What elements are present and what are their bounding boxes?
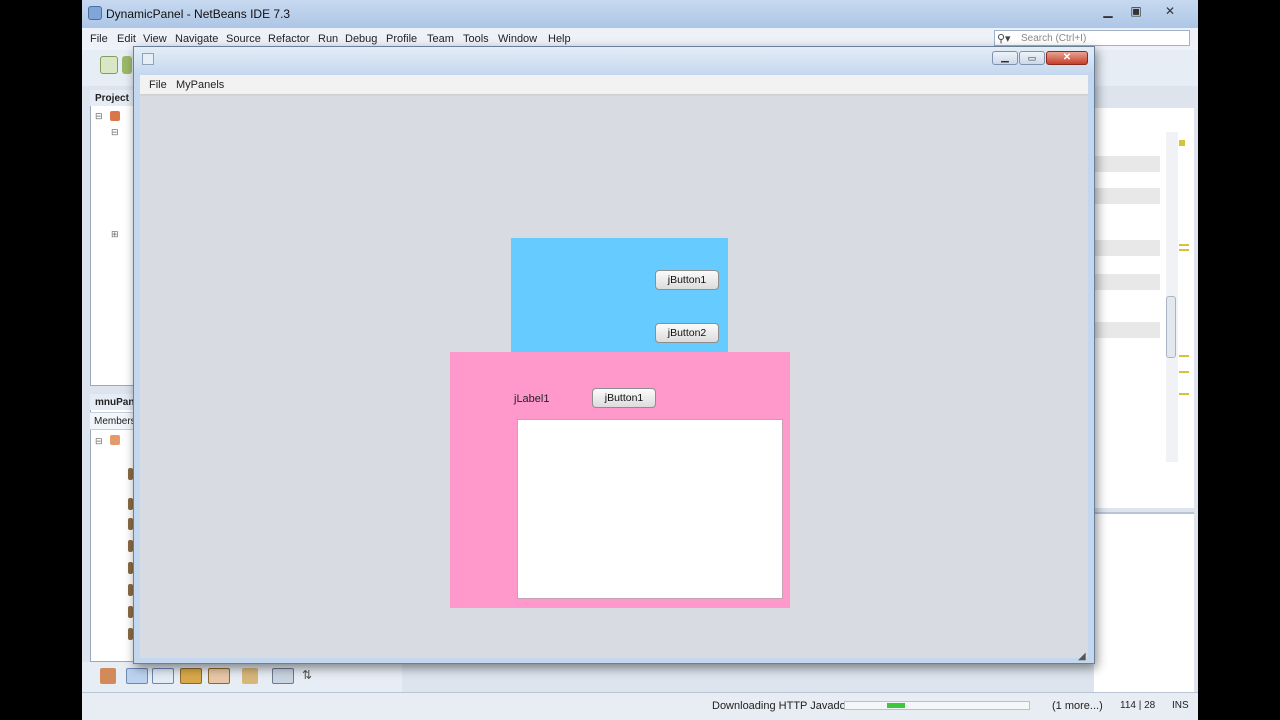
- editor-line-stripe: [1094, 322, 1160, 338]
- split-panel-icon[interactable]: [152, 668, 174, 684]
- app-menubar: File MyPanels: [140, 75, 1088, 95]
- warning-marker-icon[interactable]: [1179, 140, 1185, 146]
- ide-menu-view[interactable]: View: [143, 33, 167, 45]
- open-project-icon[interactable]: [122, 56, 132, 74]
- app-menu-file[interactable]: File: [149, 79, 167, 91]
- caret-position: 114 | 28: [1120, 700, 1156, 711]
- blue-panel-jbutton1[interactable]: jButton1: [655, 270, 719, 290]
- ide-menu-run[interactable]: Run: [318, 33, 338, 45]
- blue-panel-jbutton2[interactable]: jButton2: [655, 323, 719, 343]
- tree-collapse-icon[interactable]: ⊟: [95, 436, 103, 447]
- editor-line-stripe: [1094, 156, 1160, 172]
- app-titlebar[interactable]: ▁ ▭ ✕: [134, 47, 1094, 73]
- maximize-icon[interactable]: ▭: [1019, 51, 1045, 65]
- status-more-tasks[interactable]: (1 more...): [1052, 700, 1103, 712]
- ide-menu-window[interactable]: Window: [498, 33, 537, 45]
- editor-line-stripe: [1094, 240, 1160, 256]
- ide-menu-tools[interactable]: Tools: [463, 33, 489, 45]
- ide-menu-profile[interactable]: Profile: [386, 33, 417, 45]
- toolbar-icon[interactable]: [242, 668, 258, 684]
- resize-grip-icon[interactable]: ◢: [1078, 651, 1090, 662]
- editor-line-stripe: [1094, 274, 1160, 290]
- pink-panel-jlabel1: jLabel1: [514, 393, 550, 405]
- ide-window-title: DynamicPanel - NetBeans IDE 7.3: [106, 7, 291, 21]
- palette-icon[interactable]: [100, 668, 116, 684]
- blue-panel: jButton1 jButton2: [511, 238, 728, 354]
- app-menu-mypanels[interactable]: MyPanels: [176, 79, 224, 91]
- editor-scroll-thumb[interactable]: [1166, 296, 1176, 358]
- error-stripe-mark[interactable]: [1179, 249, 1189, 251]
- ide-minimize-icon[interactable]: ▁: [1096, 4, 1120, 18]
- sort-icon[interactable]: ⇅: [302, 668, 316, 684]
- ide-menu-refactor[interactable]: Refactor: [268, 33, 310, 45]
- output-panel: [1094, 512, 1194, 692]
- status-message: Downloading HTTP Javadoc: [712, 700, 852, 712]
- tree-expand-icon[interactable]: ⊞: [111, 229, 119, 240]
- tree-collapse-icon[interactable]: ⊟: [95, 111, 103, 122]
- ide-maximize-icon[interactable]: ▣: [1124, 4, 1148, 18]
- download-progress-bar: [844, 701, 1030, 710]
- search-icon: ⚲▾: [997, 33, 1011, 45]
- ide-menu-help[interactable]: Help: [548, 33, 571, 45]
- netbeans-app-icon: [88, 6, 102, 20]
- new-project-icon[interactable]: [100, 56, 118, 74]
- editor-line-stripe: [1094, 188, 1160, 204]
- tree-collapse-icon[interactable]: ⊟: [111, 127, 119, 138]
- error-stripe-mark[interactable]: [1179, 371, 1189, 373]
- ide-menu-team[interactable]: Team: [427, 33, 454, 45]
- ide-menu-edit[interactable]: Edit: [117, 33, 136, 45]
- ide-menu-source[interactable]: Source: [226, 33, 261, 45]
- ide-titlebar: DynamicPanel - NetBeans IDE 7.3 ▁ ▣ ✕: [82, 0, 1198, 28]
- error-stripe-mark[interactable]: [1179, 393, 1189, 395]
- class-node-icon: [110, 435, 120, 445]
- projects-tab-label: Project: [95, 93, 129, 104]
- dynamic-panel-window: ▁ ▭ ✕ File MyPanels jButton1 jButton2 jL…: [133, 46, 1095, 664]
- panel-icon[interactable]: [126, 668, 148, 684]
- error-stripe-mark[interactable]: [1179, 244, 1189, 246]
- layered-pane-icon[interactable]: [180, 668, 202, 684]
- ide-search-input[interactable]: ⚲▾ Search (Ctrl+I): [994, 30, 1190, 46]
- members-label: Members: [94, 416, 136, 427]
- ide-menu-debug[interactable]: Debug: [345, 33, 377, 45]
- ide-menu-file[interactable]: File: [90, 33, 108, 45]
- download-progress-fill: [887, 703, 905, 708]
- project-node-icon: [110, 111, 120, 121]
- app-icon: [142, 53, 154, 65]
- tabbed-pane-icon[interactable]: [208, 668, 230, 684]
- app-content-pane: jButton1 jButton2 jLabel1 jButton1: [140, 96, 1088, 658]
- search-placeholder: Search (Ctrl+I): [1021, 33, 1087, 44]
- status-bar: Downloading HTTP Javadoc (1 more...) 114…: [82, 692, 1198, 720]
- close-icon[interactable]: ✕: [1046, 51, 1088, 65]
- minimize-icon[interactable]: ▁: [992, 51, 1018, 65]
- pink-panel-text-area[interactable]: [517, 419, 783, 599]
- desktop-pane-icon[interactable]: [272, 668, 294, 684]
- ide-menu-navigate[interactable]: Navigate: [175, 33, 218, 45]
- error-stripe-mark[interactable]: [1179, 355, 1189, 357]
- ide-close-icon[interactable]: ✕: [1158, 4, 1182, 18]
- navigator-tab-label: mnuPan: [95, 397, 135, 408]
- pink-panel-jbutton1[interactable]: jButton1: [592, 388, 656, 408]
- insert-mode: INS: [1172, 700, 1189, 711]
- pink-panel: jLabel1 jButton1: [450, 352, 790, 608]
